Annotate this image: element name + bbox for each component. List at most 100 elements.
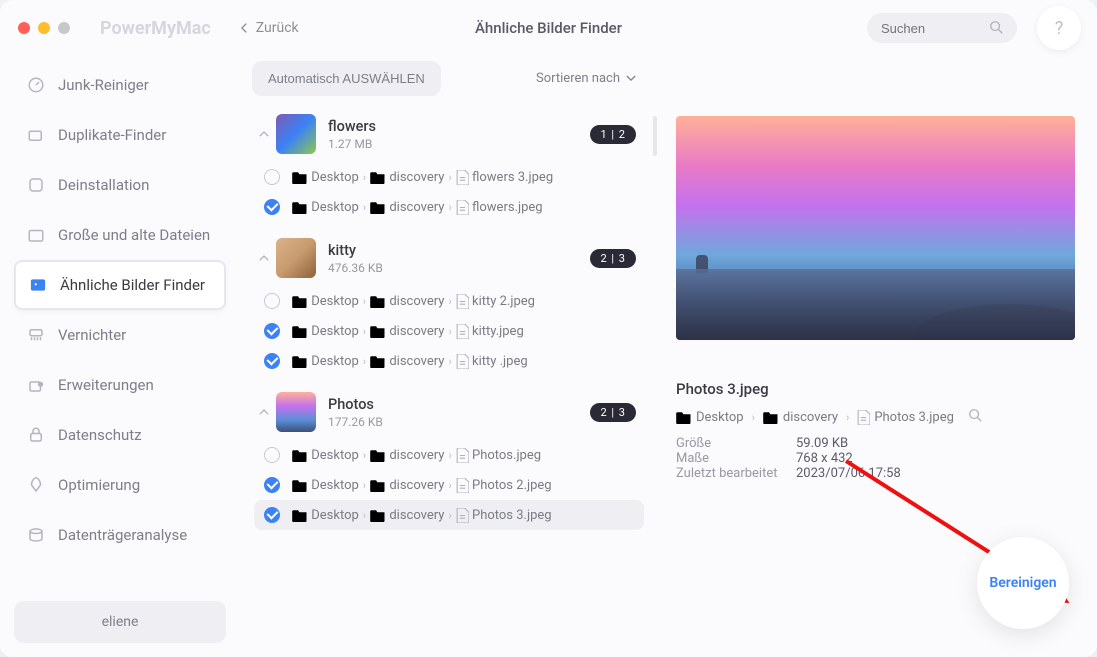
search-input[interactable] <box>881 21 981 36</box>
app-icon <box>26 175 46 195</box>
meta-mod-key: Zuletzt bearbeitet <box>676 466 796 481</box>
group-name: flowers <box>328 118 376 135</box>
sidebar-item-label: Deinstallation <box>58 176 149 194</box>
page-title: Ähnliche Bilder Finder <box>475 19 622 37</box>
path-seg: discovery <box>386 170 444 185</box>
file-checkbox[interactable] <box>264 353 280 369</box>
back-button[interactable]: Zurück <box>241 20 299 36</box>
sidebar-item-duplicates[interactable]: Duplikate-Finder <box>14 110 226 160</box>
file-row[interactable]: Desktop› discovery› Photos 2.jpeg <box>254 470 644 500</box>
sidebar-item-privacy[interactable]: Datenschutz <box>14 410 226 460</box>
file-name: flowers.jpeg <box>469 200 543 215</box>
brand-label: PowerMyMac <box>100 18 211 39</box>
sidebar-item-optimize[interactable]: Optimierung <box>14 460 226 510</box>
sidebar-item-label: Erweiterungen <box>58 376 154 394</box>
sidebar-item-label: Ähnliche Bilder Finder <box>60 276 205 294</box>
file-checkbox[interactable] <box>264 293 280 309</box>
chevron-up-icon[interactable] <box>252 255 276 262</box>
back-label: Zurück <box>256 20 299 36</box>
sidebar-item-label: Optimierung <box>58 476 140 494</box>
preview-pane: Photos 3.jpeg Desktop› discovery› Photos… <box>666 56 1085 645</box>
file-icon <box>456 354 469 369</box>
group-header[interactable]: Photos 177.26 KB 2 | 3 <box>244 384 644 440</box>
sidebar-item-uninstall[interactable]: Deinstallation <box>14 160 226 210</box>
close-window[interactable] <box>18 22 30 34</box>
folder-icon <box>763 411 779 424</box>
path-filename: Photos 3.jpeg <box>874 410 954 425</box>
folder-icon <box>370 171 386 184</box>
column-divider[interactable] <box>652 56 658 645</box>
chevron-up-icon[interactable] <box>252 409 276 416</box>
puzzle-icon <box>26 375 46 395</box>
file-name: Photos 2.jpeg <box>469 478 552 493</box>
auto-select-button[interactable]: Automatisch AUSWÄHLEN <box>252 61 441 96</box>
folder-icon <box>370 479 386 492</box>
zoom-window[interactable] <box>58 22 70 34</box>
folder-icon <box>292 479 308 492</box>
sidebar-item-label: Datenträgeranalyse <box>58 526 187 544</box>
file-checkbox[interactable] <box>264 323 280 339</box>
path-seg: Desktop <box>308 200 359 215</box>
file-row[interactable]: Desktop› discovery› flowers 3.jpeg <box>254 162 644 192</box>
path-seg: Desktop <box>308 448 359 463</box>
user-account-button[interactable]: eliene <box>14 601 226 643</box>
sidebar-item-label: Vernichter <box>58 326 126 344</box>
path-desktop: Desktop <box>696 410 744 425</box>
meta-dim-key: Maße <box>676 451 796 466</box>
path-seg: Desktop <box>308 324 359 339</box>
file-name: kitty.jpeg <box>469 324 524 339</box>
file-checkbox[interactable] <box>264 507 280 523</box>
file-row[interactable]: Desktop› discovery› Photos 3.jpeg <box>254 500 644 530</box>
folder-icon <box>676 411 692 424</box>
sort-button[interactable]: Sortieren nach <box>536 71 636 86</box>
folder-icon <box>370 509 386 522</box>
minimize-window[interactable] <box>38 22 50 34</box>
group-size: 476.36 KB <box>328 261 383 275</box>
box-icon <box>26 225 46 245</box>
file-name: kitty 2.jpeg <box>469 294 535 309</box>
chevron-up-icon[interactable] <box>252 131 276 138</box>
group: flowers 1.27 MB 1 | 2 Desktop› discovery… <box>244 106 644 222</box>
folders-icon <box>26 125 46 145</box>
file-row[interactable]: Desktop› discovery› Photos.jpeg <box>254 440 644 470</box>
group-header[interactable]: flowers 1.27 MB 1 | 2 <box>244 106 644 162</box>
folder-icon <box>292 295 308 308</box>
file-row[interactable]: Desktop› discovery› kitty.jpeg <box>254 316 644 346</box>
group: kitty 476.36 KB 2 | 3 Desktop› discovery… <box>244 230 644 376</box>
folder-icon <box>370 325 386 338</box>
chevron-down-icon <box>626 75 636 82</box>
file-row[interactable]: Desktop› discovery› flowers.jpeg <box>254 192 644 222</box>
file-row[interactable]: Desktop› discovery› kitty 2.jpeg <box>254 286 644 316</box>
sidebar-item-label: Datenschutz <box>58 426 142 444</box>
sidebar-item-junk[interactable]: Junk-Reiniger <box>14 60 226 110</box>
reveal-in-finder-button[interactable] <box>968 408 982 426</box>
search-box[interactable] <box>867 13 1017 43</box>
sidebar-item-extensions[interactable]: Erweiterungen <box>14 360 226 410</box>
path-seg: discovery <box>386 294 444 309</box>
group-thumbnail <box>276 392 316 432</box>
group-size: 177.26 KB <box>328 415 383 429</box>
folder-icon <box>370 449 386 462</box>
group-count-badge: 1 | 2 <box>590 125 636 144</box>
meta-mod-val: 2023/07/06 17:58 <box>796 466 901 481</box>
sidebar-item-disk-analysis[interactable]: Datenträgeranalyse <box>14 510 226 560</box>
window-controls <box>18 22 70 34</box>
folder-icon <box>370 295 386 308</box>
help-button[interactable]: ? <box>1037 6 1081 50</box>
sidebar-item-large-old[interactable]: Große und alte Dateien <box>14 210 226 260</box>
file-checkbox[interactable] <box>264 447 280 463</box>
group-count-badge: 2 | 3 <box>590 403 636 422</box>
folder-icon <box>370 355 386 368</box>
file-row[interactable]: Desktop› discovery› kitty .jpeg <box>254 346 644 376</box>
file-checkbox[interactable] <box>264 477 280 493</box>
folder-icon <box>292 355 308 368</box>
sidebar-item-shredder[interactable]: Vernichter <box>14 310 226 360</box>
group-header[interactable]: kitty 476.36 KB 2 | 3 <box>244 230 644 286</box>
meta-size-val: 59.09 KB <box>796 436 848 451</box>
file-checkbox[interactable] <box>264 169 280 185</box>
file-icon <box>456 294 469 309</box>
clean-button[interactable]: Bereinigen <box>977 537 1069 629</box>
path-seg: discovery <box>386 324 444 339</box>
sidebar-item-similar-images[interactable]: Ähnliche Bilder Finder <box>14 260 226 310</box>
file-checkbox[interactable] <box>264 199 280 215</box>
